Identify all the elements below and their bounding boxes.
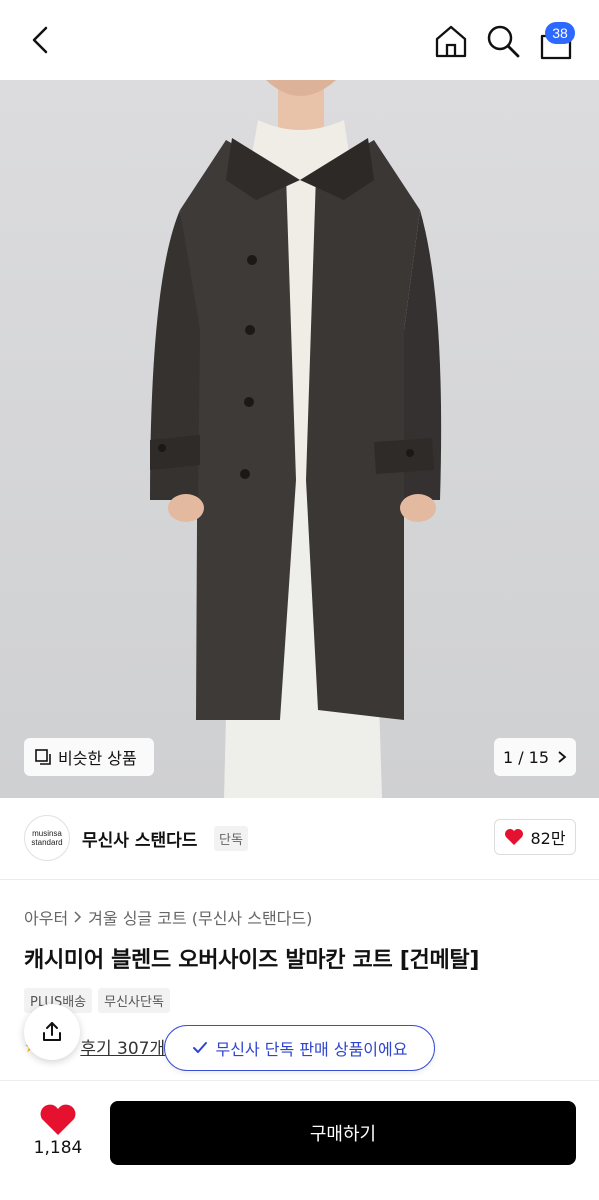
share-button[interactable] [24,1004,80,1060]
like-count: 1,184 [33,1138,83,1158]
check-icon [192,1042,207,1053]
buy-button[interactable]: 구매하기 [110,1101,576,1165]
similar-products-button[interactable]: 비슷한 상품 [24,738,154,776]
back-arrow-icon[interactable] [24,22,60,58]
bottom-action-bar: 1,184 구매하기 [0,1080,599,1200]
product-image[interactable]: 비슷한 상품 1 / 15 [0,80,599,798]
coat-photo [0,80,599,798]
heart-icon [505,829,524,845]
brand-exclusive-tag: 단독 [214,826,248,851]
product-title: 캐시미어 블렌드 오버사이즈 발마칸 코트 [건메탈] [24,948,480,973]
breadcrumb-item-category[interactable]: 아우터 [24,905,68,929]
image-pager[interactable]: 1 / 15 [494,738,576,776]
exclusive-toast: 무신사 단독 판매 상품이에요 [164,1025,435,1071]
page-indicator: 1 / 15 [502,747,550,767]
similar-items-icon [35,749,51,765]
top-nav-bar: 38 [0,0,599,80]
search-icon[interactable] [484,22,522,60]
brand-logo[interactable]: musinsa standard [24,815,70,861]
share-icon [43,1022,61,1041]
brand-logo-line1: musinsa [32,829,62,838]
similar-products-label: 비슷한 상품 [58,749,137,768]
brand-row: musinsa standard 무신사 스탠다드 단독 82만 [0,798,599,880]
brand-like-count: 82만 [530,829,566,848]
brand-name[interactable]: 무신사 스탠다드 [82,826,197,851]
home-icon[interactable] [432,22,470,60]
review-count-link[interactable]: 후기 307개 [80,1034,165,1059]
chevron-right-icon [558,751,567,763]
cart-count-badge: 38 [545,22,575,44]
breadcrumb-item-subcategory[interactable]: 겨울 싱글 코트 (무신사 스탠다드) [88,905,312,929]
brand-logo-line2: standard [31,838,63,847]
exclusive-toast-text: 무신사 단독 판매 상품이에요 [215,1040,408,1059]
chevron-right-icon [74,911,82,923]
heart-icon[interactable] [38,1103,78,1137]
brand-like-button[interactable]: 82만 [494,819,576,855]
breadcrumb: 아우터 겨울 싱글 코트 (무신사 스탠다드) [24,905,312,929]
tag-exclusive: 무신사단독 [98,988,170,1013]
